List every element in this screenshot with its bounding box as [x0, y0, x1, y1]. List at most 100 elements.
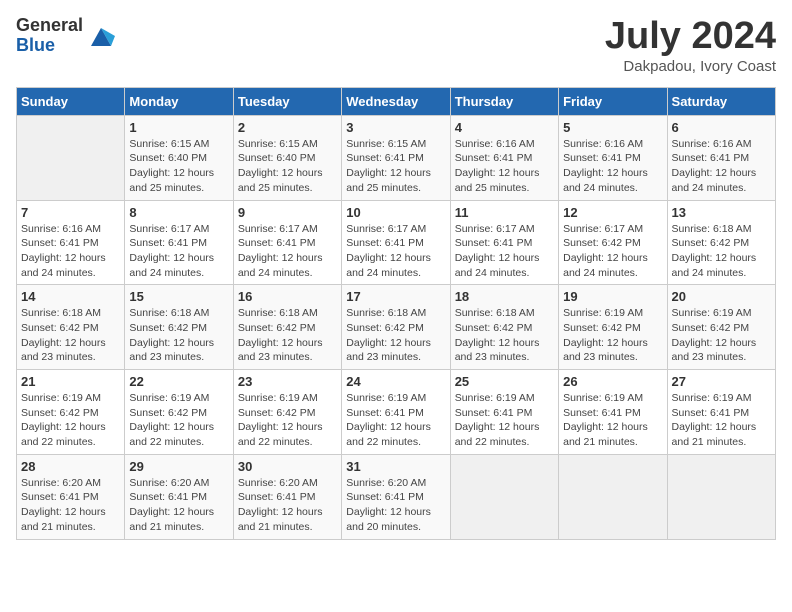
calendar-cell: 13 Sunrise: 6:18 AMSunset: 6:42 PMDaylig…	[667, 200, 775, 285]
day-number: 19	[563, 289, 662, 304]
day-detail: Sunrise: 6:15 AMSunset: 6:41 PMDaylight:…	[346, 137, 445, 196]
week-row-1: 7 Sunrise: 6:16 AMSunset: 6:41 PMDayligh…	[17, 200, 776, 285]
calendar-cell: 14 Sunrise: 6:18 AMSunset: 6:42 PMDaylig…	[17, 285, 125, 370]
calendar-cell: 21 Sunrise: 6:19 AMSunset: 6:42 PMDaylig…	[17, 370, 125, 455]
day-detail: Sunrise: 6:20 AMSunset: 6:41 PMDaylight:…	[129, 476, 228, 535]
day-number: 10	[346, 205, 445, 220]
calendar-cell: 31 Sunrise: 6:20 AMSunset: 6:41 PMDaylig…	[342, 454, 450, 539]
day-number: 5	[563, 120, 662, 135]
calendar-cell: 16 Sunrise: 6:18 AMSunset: 6:42 PMDaylig…	[233, 285, 341, 370]
calendar-cell: 12 Sunrise: 6:17 AMSunset: 6:42 PMDaylig…	[559, 200, 667, 285]
calendar-cell: 7 Sunrise: 6:16 AMSunset: 6:41 PMDayligh…	[17, 200, 125, 285]
location-title: Dakpadou, Ivory Coast	[605, 58, 776, 75]
day-detail: Sunrise: 6:16 AMSunset: 6:41 PMDaylight:…	[455, 137, 554, 196]
day-number: 8	[129, 205, 228, 220]
day-number: 3	[346, 120, 445, 135]
day-detail: Sunrise: 6:18 AMSunset: 6:42 PMDaylight:…	[21, 306, 120, 365]
calendar-cell: 29 Sunrise: 6:20 AMSunset: 6:41 PMDaylig…	[125, 454, 233, 539]
logo-icon	[87, 22, 115, 50]
day-detail: Sunrise: 6:19 AMSunset: 6:41 PMDaylight:…	[563, 391, 662, 450]
week-row-0: 1 Sunrise: 6:15 AMSunset: 6:40 PMDayligh…	[17, 115, 776, 200]
day-number: 26	[563, 374, 662, 389]
day-detail: Sunrise: 6:20 AMSunset: 6:41 PMDaylight:…	[346, 476, 445, 535]
calendar-cell: 27 Sunrise: 6:19 AMSunset: 6:41 PMDaylig…	[667, 370, 775, 455]
day-number: 6	[672, 120, 771, 135]
day-number: 25	[455, 374, 554, 389]
day-detail: Sunrise: 6:18 AMSunset: 6:42 PMDaylight:…	[346, 306, 445, 365]
week-row-3: 21 Sunrise: 6:19 AMSunset: 6:42 PMDaylig…	[17, 370, 776, 455]
day-detail: Sunrise: 6:15 AMSunset: 6:40 PMDaylight:…	[238, 137, 337, 196]
month-title: July 2024	[605, 16, 776, 58]
day-number: 2	[238, 120, 337, 135]
logo-blue-text: Blue	[16, 36, 83, 56]
calendar-cell: 28 Sunrise: 6:20 AMSunset: 6:41 PMDaylig…	[17, 454, 125, 539]
day-number: 17	[346, 289, 445, 304]
day-detail: Sunrise: 6:17 AMSunset: 6:41 PMDaylight:…	[346, 222, 445, 281]
calendar-cell: 1 Sunrise: 6:15 AMSunset: 6:40 PMDayligh…	[125, 115, 233, 200]
day-detail: Sunrise: 6:18 AMSunset: 6:42 PMDaylight:…	[672, 222, 771, 281]
day-detail: Sunrise: 6:20 AMSunset: 6:41 PMDaylight:…	[21, 476, 120, 535]
calendar-cell: 18 Sunrise: 6:18 AMSunset: 6:42 PMDaylig…	[450, 285, 558, 370]
calendar-cell: 17 Sunrise: 6:18 AMSunset: 6:42 PMDaylig…	[342, 285, 450, 370]
day-detail: Sunrise: 6:16 AMSunset: 6:41 PMDaylight:…	[672, 137, 771, 196]
header-sunday: Sunday	[17, 87, 125, 115]
calendar-cell	[17, 115, 125, 200]
header-monday: Monday	[125, 87, 233, 115]
logo: General Blue	[16, 16, 115, 56]
calendar-cell: 23 Sunrise: 6:19 AMSunset: 6:42 PMDaylig…	[233, 370, 341, 455]
day-number: 1	[129, 120, 228, 135]
day-number: 21	[21, 374, 120, 389]
day-detail: Sunrise: 6:19 AMSunset: 6:42 PMDaylight:…	[238, 391, 337, 450]
header-thursday: Thursday	[450, 87, 558, 115]
day-detail: Sunrise: 6:19 AMSunset: 6:41 PMDaylight:…	[346, 391, 445, 450]
day-number: 24	[346, 374, 445, 389]
day-number: 22	[129, 374, 228, 389]
day-detail: Sunrise: 6:17 AMSunset: 6:41 PMDaylight:…	[238, 222, 337, 281]
header-saturday: Saturday	[667, 87, 775, 115]
day-detail: Sunrise: 6:19 AMSunset: 6:41 PMDaylight:…	[672, 391, 771, 450]
day-number: 14	[21, 289, 120, 304]
day-detail: Sunrise: 6:17 AMSunset: 6:42 PMDaylight:…	[563, 222, 662, 281]
calendar-cell: 20 Sunrise: 6:19 AMSunset: 6:42 PMDaylig…	[667, 285, 775, 370]
day-number: 7	[21, 205, 120, 220]
calendar-cell: 26 Sunrise: 6:19 AMSunset: 6:41 PMDaylig…	[559, 370, 667, 455]
day-number: 4	[455, 120, 554, 135]
day-number: 31	[346, 459, 445, 474]
day-detail: Sunrise: 6:19 AMSunset: 6:42 PMDaylight:…	[21, 391, 120, 450]
day-number: 20	[672, 289, 771, 304]
calendar-cell: 9 Sunrise: 6:17 AMSunset: 6:41 PMDayligh…	[233, 200, 341, 285]
calendar-cell	[450, 454, 558, 539]
calendar-cell: 4 Sunrise: 6:16 AMSunset: 6:41 PMDayligh…	[450, 115, 558, 200]
day-number: 9	[238, 205, 337, 220]
day-number: 15	[129, 289, 228, 304]
day-number: 28	[21, 459, 120, 474]
calendar-cell: 8 Sunrise: 6:17 AMSunset: 6:41 PMDayligh…	[125, 200, 233, 285]
week-row-4: 28 Sunrise: 6:20 AMSunset: 6:41 PMDaylig…	[17, 454, 776, 539]
calendar-cell: 6 Sunrise: 6:16 AMSunset: 6:41 PMDayligh…	[667, 115, 775, 200]
day-detail: Sunrise: 6:19 AMSunset: 6:42 PMDaylight:…	[563, 306, 662, 365]
day-detail: Sunrise: 6:18 AMSunset: 6:42 PMDaylight:…	[455, 306, 554, 365]
calendar-table: SundayMondayTuesdayWednesdayThursdayFrid…	[16, 87, 776, 540]
calendar-cell: 11 Sunrise: 6:17 AMSunset: 6:41 PMDaylig…	[450, 200, 558, 285]
day-detail: Sunrise: 6:18 AMSunset: 6:42 PMDaylight:…	[129, 306, 228, 365]
header-tuesday: Tuesday	[233, 87, 341, 115]
header-wednesday: Wednesday	[342, 87, 450, 115]
day-number: 16	[238, 289, 337, 304]
day-number: 23	[238, 374, 337, 389]
calendar-cell	[667, 454, 775, 539]
header-friday: Friday	[559, 87, 667, 115]
day-number: 27	[672, 374, 771, 389]
day-detail: Sunrise: 6:17 AMSunset: 6:41 PMDaylight:…	[129, 222, 228, 281]
day-detail: Sunrise: 6:17 AMSunset: 6:41 PMDaylight:…	[455, 222, 554, 281]
day-detail: Sunrise: 6:19 AMSunset: 6:42 PMDaylight:…	[129, 391, 228, 450]
day-number: 29	[129, 459, 228, 474]
day-detail: Sunrise: 6:19 AMSunset: 6:41 PMDaylight:…	[455, 391, 554, 450]
title-block: July 2024 Dakpadou, Ivory Coast	[605, 16, 776, 75]
day-detail: Sunrise: 6:19 AMSunset: 6:42 PMDaylight:…	[672, 306, 771, 365]
calendar-cell	[559, 454, 667, 539]
week-row-2: 14 Sunrise: 6:18 AMSunset: 6:42 PMDaylig…	[17, 285, 776, 370]
day-detail: Sunrise: 6:20 AMSunset: 6:41 PMDaylight:…	[238, 476, 337, 535]
day-detail: Sunrise: 6:16 AMSunset: 6:41 PMDaylight:…	[21, 222, 120, 281]
day-number: 18	[455, 289, 554, 304]
calendar-cell: 19 Sunrise: 6:19 AMSunset: 6:42 PMDaylig…	[559, 285, 667, 370]
